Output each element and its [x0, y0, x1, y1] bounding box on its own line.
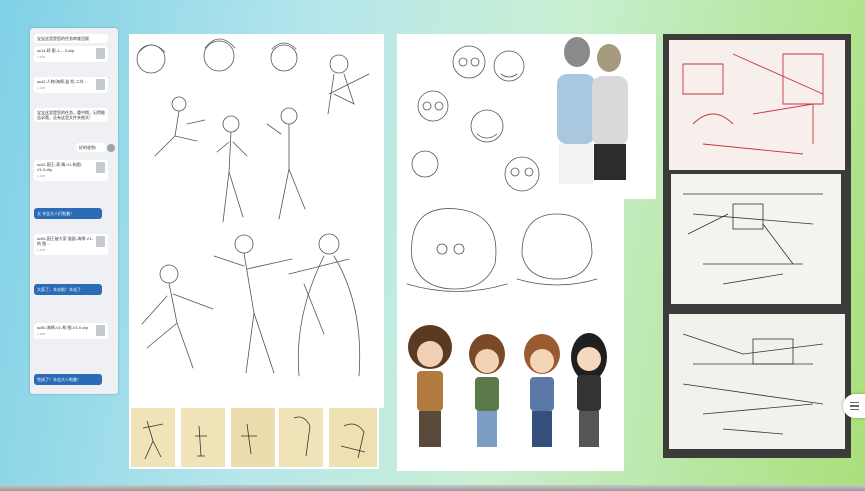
- sticky-note-photos: [131, 408, 377, 467]
- character-sketches: [136, 38, 370, 377]
- file-icon: [96, 48, 105, 59]
- file-icon: [96, 162, 105, 173]
- file-icon: [96, 236, 105, 247]
- window-bottom-edge: [0, 485, 865, 491]
- chat-screenshot-panel: 宝宝这里是您的任务审查回顾 sc14-桥 影-1-…3.clip 1.1KB sc…: [30, 28, 118, 394]
- face-sketches: [411, 37, 628, 192]
- file-icon: [96, 325, 105, 336]
- chat-highlight-bar-3: 完成了！辛苦大人啦着！: [34, 374, 102, 385]
- avatar-icon: [107, 144, 115, 152]
- chat-highlight-bar-1: 太 辛苦大人们啦着！: [34, 208, 102, 219]
- chat-file-message-4: sc59-国王被大家 鼓励-海绵-V1-构 图… 1.1KB: [34, 234, 108, 255]
- notebook-photos-panel: [663, 34, 851, 458]
- chat-reply: 好的收到!: [76, 143, 106, 152]
- chat-file-message-5: sc50-海绵-V1-构 图-V1.0.clip 1.1KB: [34, 323, 108, 339]
- chat-message-1: 宝宝这里是您的任务审查回顾: [34, 34, 108, 43]
- chat-file-message-3: sc42-国王-表 情-V1-构图-V1.0.clip 1.1KB: [34, 160, 108, 181]
- chat-message-2: 宝宝这里是您的任务，重中期，记得能告诉哦，还有这里文件夹格式！: [34, 108, 108, 122]
- chat-highlight-bar-2: 大家了，辛苦啦！辛苦了: [34, 284, 102, 295]
- chat-file-message-1: sc14-桥 影-1-…3.clip 1.1KB: [34, 46, 108, 62]
- notebook-sketch-photos: [669, 40, 845, 449]
- chibi-characters: [406, 208, 607, 447]
- file-icon: [96, 79, 105, 90]
- sketch-sheet-faces: [397, 34, 656, 199]
- menu-icon[interactable]: [843, 394, 865, 418]
- sketch-sheet-figures: [129, 34, 384, 408]
- sticky-note-strip: [129, 406, 379, 469]
- chat-file-message-2: sc42-人物/海绵-益 兆-二外… 1.1KB: [34, 77, 108, 93]
- sketch-sheet-characters: [397, 199, 624, 471]
